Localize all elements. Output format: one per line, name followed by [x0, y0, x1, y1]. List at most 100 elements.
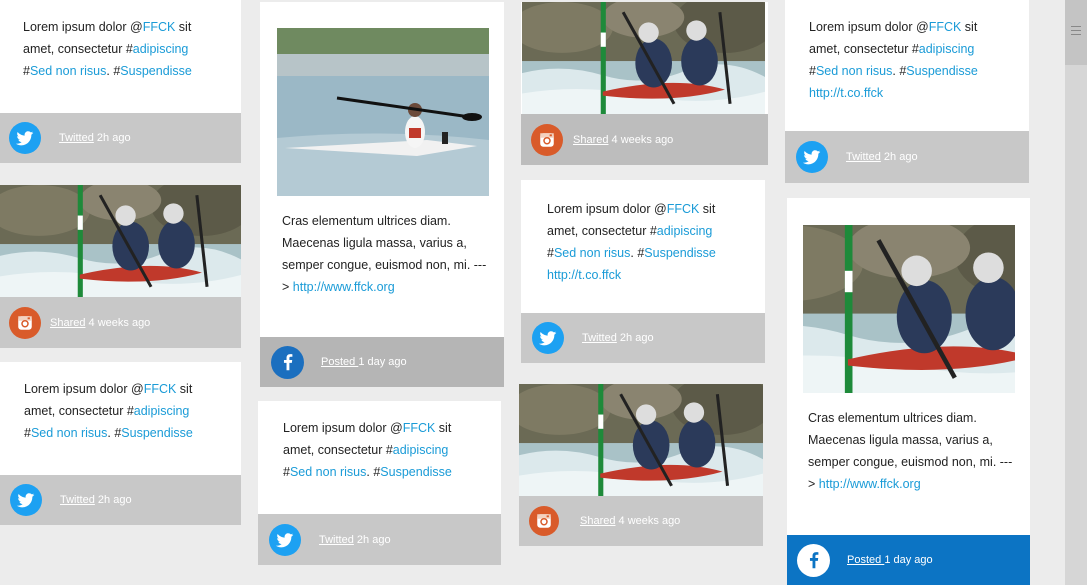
- card-footer: Shared 4 weeks ago: [521, 114, 768, 165]
- card-meta: Twitted 2h ago: [846, 151, 918, 163]
- instagram-card: Shared 4 weeks ago: [519, 384, 763, 546]
- hashtag-link[interactable]: adipiscing: [919, 42, 975, 56]
- tweet-text-part: . #: [630, 246, 645, 260]
- twitter-icon[interactable]: [269, 523, 301, 556]
- tweet-text-part: #: [547, 246, 554, 260]
- tweet-text-part: Lorem ipsum dolor @: [23, 20, 143, 34]
- tweet-link[interactable]: http://t.co.ffck: [547, 268, 621, 282]
- twitted-link[interactable]: Twitted: [582, 332, 617, 344]
- mention-link[interactable]: FFCK: [143, 20, 176, 34]
- tweet-text: Lorem ipsum dolor @FFCK sit amet, consec…: [24, 378, 214, 444]
- tweet-text-part: Lorem ipsum dolor @: [809, 20, 929, 34]
- card-meta: Shared 4 weeks ago: [580, 515, 680, 527]
- card-meta: Twitted 2h ago: [59, 132, 131, 144]
- twitter-icon[interactable]: [796, 141, 828, 173]
- post-link[interactable]: http://www.ffck.org: [819, 477, 921, 491]
- shared-link[interactable]: Shared: [580, 515, 615, 527]
- card-meta: Posted 1 day ago: [321, 356, 407, 368]
- facebook-icon[interactable]: [271, 345, 304, 379]
- tweet-link[interactable]: http://t.co.ffck: [809, 86, 883, 100]
- tweet-text: Lorem ipsum dolor @FFCK sit amet, consec…: [23, 16, 213, 82]
- card-footer: Posted 1 day ago: [260, 337, 504, 387]
- facebook-card: Cras elementum ultrices diam. Maecenas l…: [787, 198, 1030, 585]
- tweet-card: Lorem ipsum dolor @FFCK sit amet, consec…: [0, 0, 241, 163]
- time-ago: 2h ago: [93, 132, 131, 144]
- twitted-link[interactable]: Twitted: [319, 534, 354, 546]
- time-ago: 2h ago: [616, 332, 654, 344]
- canoe-photo[interactable]: [519, 384, 763, 496]
- instagram-icon[interactable]: [529, 506, 559, 536]
- hashtag-link[interactable]: Sed non risus: [31, 426, 107, 440]
- time-ago: 4 weeks ago: [608, 133, 674, 146]
- time-ago: 4 weeks ago: [615, 515, 681, 527]
- tweet-card: Lorem ipsum dolor @FFCK sit amet, consec…: [521, 180, 765, 363]
- tweet-text-part: Lorem ipsum dolor @: [547, 202, 667, 216]
- time-ago: 1 day ago: [884, 554, 933, 566]
- mention-link[interactable]: FFCK: [929, 20, 962, 34]
- tweet-text-part: #: [23, 64, 30, 78]
- mention-link[interactable]: FFCK: [667, 202, 700, 216]
- hashtag-link[interactable]: adipiscing: [393, 443, 449, 457]
- card-footer: Twitted 2h ago: [0, 475, 241, 525]
- scrollbar-thumb[interactable]: [1065, 0, 1087, 65]
- card-footer: Shared 4 weeks ago: [0, 297, 241, 348]
- tweet-text-part: . #: [106, 64, 121, 78]
- twitter-icon[interactable]: [532, 322, 564, 354]
- shared-link[interactable]: Shared: [573, 134, 608, 146]
- time-ago: 2h ago: [353, 533, 391, 546]
- tweet-card: Lorem ipsum dolor @FFCK sit amet, consec…: [785, 0, 1029, 183]
- hashtag-link[interactable]: Suspendisse: [906, 64, 978, 78]
- instagram-card: Shared 4 weeks ago: [521, 2, 768, 165]
- hashtag-link[interactable]: Suspendisse: [121, 426, 193, 440]
- mention-link[interactable]: FFCK: [403, 421, 436, 435]
- hashtag-link[interactable]: Sed non risus: [554, 246, 630, 260]
- tweet-text-part: . #: [107, 426, 122, 440]
- hashtag-link[interactable]: Sed non risus: [30, 64, 106, 78]
- card-meta: Twitted 2h ago: [60, 494, 132, 506]
- hashtag-link[interactable]: Suspendisse: [380, 465, 452, 479]
- hashtag-link[interactable]: Sed non risus: [290, 465, 366, 479]
- tweet-text: Lorem ipsum dolor @FFCK sit amet, consec…: [547, 198, 737, 286]
- scrollbar-track[interactable]: [1065, 0, 1087, 585]
- tweet-text-part: #: [809, 64, 816, 78]
- post-text: Cras elementum ultrices diam. Maecenas l…: [808, 407, 1018, 495]
- tweet-text: Lorem ipsum dolor @FFCK sit amet, consec…: [809, 16, 999, 104]
- twitted-link[interactable]: Twitted: [846, 151, 881, 163]
- shared-link[interactable]: Shared: [50, 317, 85, 329]
- posted-link[interactable]: Posted: [321, 356, 358, 368]
- post-text: Cras elementum ultrices diam. Maecenas l…: [282, 210, 492, 298]
- twitted-link[interactable]: Twitted: [59, 132, 94, 144]
- facebook-card: Cras elementum ultrices diam. Maecenas l…: [260, 2, 504, 387]
- hashtag-link[interactable]: adipiscing: [133, 42, 189, 56]
- card-meta: Shared 4 weeks ago: [50, 317, 150, 329]
- card-meta: Posted 1 day ago: [847, 554, 933, 566]
- card-footer-active: Posted 1 day ago: [787, 535, 1030, 585]
- card-footer: Twitted 2h ago: [521, 313, 765, 363]
- tweet-text-part: . #: [366, 465, 381, 479]
- tweet-text-part: #: [283, 465, 290, 479]
- post-link[interactable]: http://www.ffck.org: [293, 280, 395, 294]
- card-footer: Twitted 2h ago: [0, 113, 241, 163]
- canoe-photo[interactable]: [0, 185, 241, 297]
- kayak-photo[interactable]: [277, 28, 489, 196]
- tweet-card: Lorem ipsum dolor @FFCK sit amet, consec…: [0, 362, 241, 525]
- card-meta: Shared 4 weeks ago: [573, 134, 673, 146]
- card-meta: Twitted 2h ago: [319, 534, 391, 546]
- hashtag-link[interactable]: adipiscing: [657, 224, 713, 238]
- twitter-icon[interactable]: [9, 122, 41, 154]
- instagram-card: Shared 4 weeks ago: [0, 185, 241, 348]
- hashtag-link[interactable]: Suspendisse: [120, 64, 192, 78]
- hashtag-link[interactable]: Suspendisse: [644, 246, 716, 260]
- canoe-photo[interactable]: [522, 2, 765, 114]
- time-ago: 4 weeks ago: [85, 316, 151, 329]
- hashtag-link[interactable]: adipiscing: [134, 404, 190, 418]
- instagram-icon[interactable]: [531, 123, 563, 156]
- twitted-link[interactable]: Twitted: [60, 494, 95, 506]
- facebook-icon[interactable]: [797, 543, 830, 577]
- hashtag-link[interactable]: Sed non risus: [816, 64, 892, 78]
- instagram-icon[interactable]: [9, 306, 41, 339]
- canoe-photo[interactable]: [803, 225, 1015, 393]
- twitter-icon[interactable]: [10, 484, 42, 516]
- mention-link[interactable]: FFCK: [144, 382, 177, 396]
- posted-link[interactable]: Posted: [847, 554, 884, 566]
